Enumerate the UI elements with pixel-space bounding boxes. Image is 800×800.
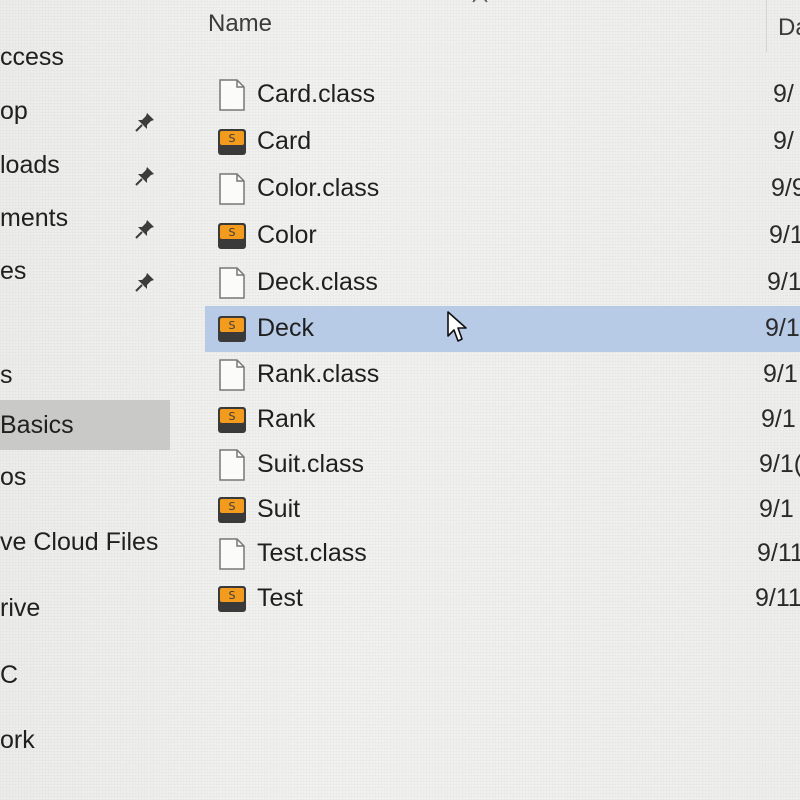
pin-icon	[134, 100, 156, 132]
nav-item-folder[interactable]: s	[0, 350, 170, 400]
nav-item-onedrive[interactable]: rive	[0, 583, 170, 633]
file-date: 9/	[773, 80, 794, 108]
file-name: Suit.class	[257, 450, 364, 478]
class-file-icon	[217, 173, 247, 205]
svg-text:S: S	[229, 226, 236, 239]
file-date: 9/1	[767, 268, 800, 296]
file-name: Rank	[257, 405, 316, 433]
file-name: Card	[257, 127, 312, 155]
nav-item-label: loads	[0, 151, 60, 179]
nav-item-downloads[interactable]: loads	[0, 140, 170, 190]
sublime-text-icon: S	[217, 126, 247, 158]
svg-text:S: S	[229, 319, 236, 332]
class-file-icon	[217, 538, 247, 570]
nav-item-label: es	[0, 257, 27, 285]
sublime-text-icon: S	[217, 494, 247, 526]
nav-item-label: os	[0, 463, 27, 491]
file-row[interactable]: Color.class 9/9	[205, 166, 800, 212]
file-date: 9/	[773, 127, 794, 155]
column-header: Name Da	[190, 0, 800, 52]
sublime-text-icon: S	[217, 313, 247, 345]
nav-item-label: Basics	[0, 411, 74, 439]
nav-item-creative-cloud-files[interactable]: ve Cloud Files	[0, 517, 170, 567]
nav-item-label: s	[0, 361, 13, 389]
file-row[interactable]: Deck.class 9/1	[205, 260, 800, 306]
file-name: Suit	[257, 495, 301, 523]
file-date: 9/1(	[759, 450, 800, 478]
file-date: 9/9	[771, 174, 800, 202]
file-name: Deck.class	[257, 268, 378, 296]
file-name: Card.class	[257, 80, 376, 108]
sort-up-icon	[470, 0, 490, 8]
file-date: 9/1	[761, 405, 796, 433]
class-file-icon	[217, 449, 247, 481]
file-row[interactable]: S Suit 9/1	[205, 487, 800, 533]
class-file-icon	[217, 359, 247, 391]
nav-item-network[interactable]: ork	[0, 715, 170, 765]
nav-item-label: ments	[0, 204, 69, 232]
class-file-icon	[217, 267, 247, 299]
nav-item-this-pc[interactable]: C	[0, 650, 170, 700]
file-row[interactable]: Card.class 9/	[205, 72, 800, 118]
svg-text:S: S	[229, 410, 236, 423]
nav-item-label: op	[0, 97, 28, 125]
nav-item-label: C	[0, 661, 19, 689]
pin-icon	[134, 260, 156, 292]
svg-text:S: S	[229, 132, 236, 145]
nav-item-desktop[interactable]: op	[0, 86, 170, 136]
file-date: 9/11	[755, 584, 800, 612]
navigation-pane: ccess op loads ments es s Basics os ve C…	[0, 0, 190, 800]
explorer-window: ccess op loads ments es s Basics os ve C…	[0, 0, 800, 800]
file-row[interactable]: Rank.class 9/1	[205, 352, 800, 398]
file-name: Test	[257, 584, 303, 612]
class-file-icon	[217, 79, 247, 111]
name-column-header[interactable]: Name	[208, 10, 272, 38]
file-row[interactable]: S Test 9/11	[205, 576, 800, 622]
file-name: Test.class	[257, 539, 367, 567]
file-date: 9/1	[763, 360, 798, 388]
nav-item-label: rive	[0, 594, 41, 622]
svg-text:S: S	[229, 500, 236, 513]
sublime-text-icon: S	[217, 583, 247, 615]
file-row[interactable]: S Card 9/	[205, 119, 800, 165]
file-date: 9/1	[765, 314, 800, 342]
nav-item-videos[interactable]: os	[0, 452, 170, 502]
nav-item-documents[interactable]: ments	[0, 193, 170, 243]
nav-item-label: ccess	[0, 43, 64, 71]
file-row-selected[interactable]: S Deck 9/1	[205, 306, 800, 352]
pin-icon	[134, 154, 156, 186]
file-date: 9/1	[759, 495, 794, 523]
mouse-pointer-icon	[446, 310, 468, 344]
nav-item-label: ork	[0, 726, 35, 754]
file-row[interactable]: Suit.class 9/1(	[205, 442, 800, 488]
file-name: Color	[257, 221, 317, 249]
svg-text:S: S	[229, 589, 236, 602]
date-column-header[interactable]: Da	[778, 14, 800, 42]
file-date: 9/1	[769, 221, 800, 249]
file-name: Deck	[257, 314, 314, 342]
file-name: Color.class	[257, 174, 380, 202]
file-name: Rank.class	[257, 360, 380, 388]
sublime-text-icon: S	[217, 220, 247, 252]
pin-icon	[134, 207, 156, 239]
nav-item-basics[interactable]: Basics	[0, 400, 170, 450]
file-row[interactable]: S Color 9/1	[205, 213, 800, 259]
column-divider[interactable]	[766, 0, 767, 52]
file-row[interactable]: S Rank 9/1	[205, 397, 800, 443]
sublime-text-icon: S	[217, 404, 247, 436]
file-row[interactable]: Test.class 9/11	[205, 531, 800, 577]
file-date: 9/11	[757, 539, 800, 567]
nav-item-quick-access[interactable]: ccess	[0, 32, 170, 82]
nav-item-label: ve Cloud Files	[0, 528, 159, 556]
nav-item-pictures[interactable]: es	[0, 246, 170, 296]
